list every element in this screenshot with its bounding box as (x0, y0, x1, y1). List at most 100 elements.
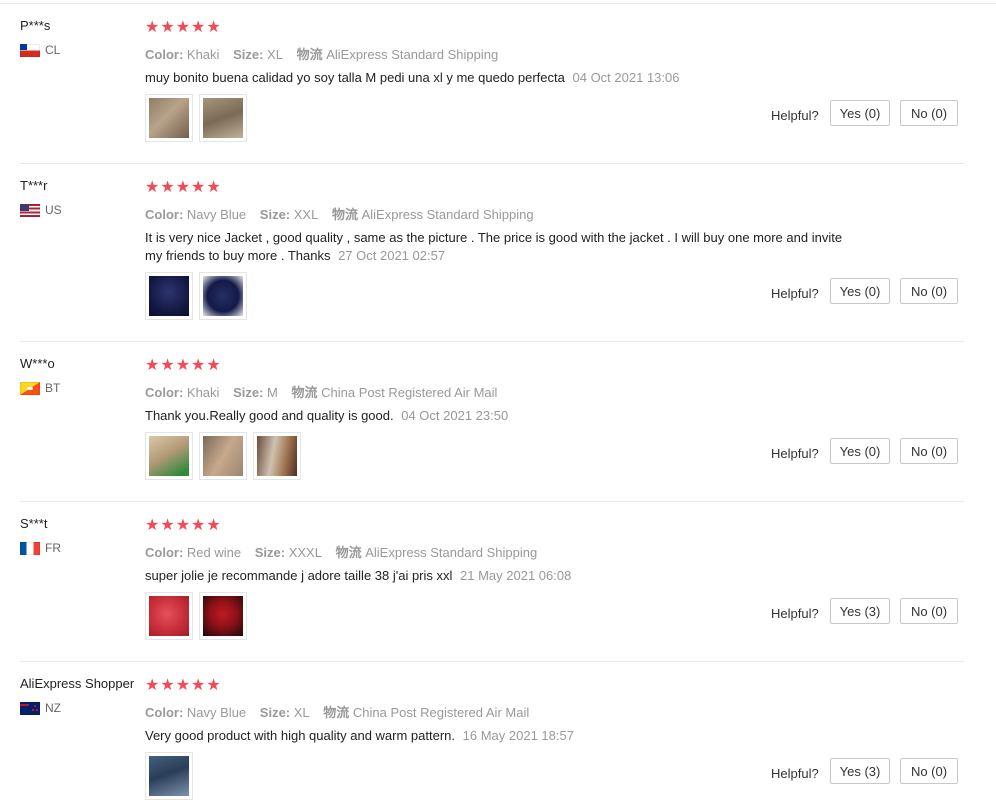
color-value: Khaki (186, 47, 220, 62)
khaki-jacket-photo (149, 98, 189, 138)
helpful-no-button[interactable]: No (0) (900, 100, 958, 126)
reviewer-country: FR (20, 541, 61, 555)
color-label: Color: (145, 207, 184, 222)
khaki-jacket-photo (257, 436, 297, 476)
helpful-yes-button[interactable]: Yes (3) (830, 598, 890, 624)
navy-jacket-photo (149, 756, 189, 796)
helpful-no-button[interactable]: No (0) (900, 758, 958, 784)
purchase-details: Color: Red wine Size: XXXL 物流 AliExpress… (145, 542, 537, 561)
purchase-details: Color: Khaki Size: M 物流 China Post Regis… (145, 382, 497, 401)
reviewer-country: US (20, 203, 62, 217)
shipping-value: AliExpress Standard Shipping (361, 207, 534, 222)
country-code: FR (45, 541, 61, 555)
size-value: XL (293, 705, 310, 720)
review-image-thumbnail[interactable] (253, 432, 301, 480)
review-images (145, 752, 193, 800)
star-rating: ★★★★★ (145, 179, 222, 196)
color-value: Navy Blue (186, 207, 247, 222)
country-code: CL (45, 43, 61, 57)
chile-flag-icon (20, 43, 40, 57)
review-images (145, 592, 247, 640)
review-image-thumbnail[interactable] (199, 94, 247, 142)
shipping-value: AliExpress Standard Shipping (365, 545, 538, 560)
review-body: Thank you.Really good and quality is goo… (145, 408, 394, 423)
review-date: 04 Oct 2021 13:06 (572, 70, 680, 85)
review-item: T***r US ★★★★★ Color: Navy Blue Size: XX… (0, 178, 996, 324)
review-item: S***t FR ★★★★★ Color: Red wine Size: XXX… (0, 516, 996, 642)
color-value: Navy Blue (186, 705, 247, 720)
review-images (145, 272, 247, 320)
helpful-label: Helpful? (771, 446, 819, 461)
review-image-thumbnail[interactable] (145, 752, 193, 800)
size-label: Size: (254, 545, 286, 560)
shipping-value: China Post Registered Air Mail (352, 705, 530, 720)
reviewer-country: CL (20, 43, 60, 57)
shipping-label: 物流 (291, 385, 318, 400)
review-image-thumbnail[interactable] (145, 592, 193, 640)
new-zealand-flag-icon (20, 701, 40, 715)
size-value: XL (267, 47, 283, 62)
size-value: XXXL (288, 545, 322, 560)
helpful-yes-button[interactable]: Yes (0) (830, 100, 890, 126)
purchase-details: Color: Khaki Size: XL 物流 AliExpress Stan… (145, 44, 498, 63)
review-item: P***s CL ★★★★★ Color: Khaki Size: XL 物流 … (0, 18, 996, 144)
color-label: Color: (145, 47, 184, 62)
navy-jacket-photo (203, 276, 243, 316)
helpful-yes-button[interactable]: Yes (3) (830, 758, 890, 784)
shipping-label: 物流 (296, 47, 323, 62)
size-label: Size: (259, 207, 291, 222)
review-image-thumbnail[interactable] (145, 272, 193, 320)
review-text: super jolie je recommande j adore taille… (145, 567, 845, 585)
helpful-label: Helpful? (771, 606, 819, 621)
review-text: It is very nice Jacket , good quality , … (145, 229, 845, 265)
review-item: AliExpress Shopper NZ ★★★★★ Color: Navy … (0, 676, 996, 803)
review-date: 16 May 2021 18:57 (462, 728, 574, 743)
star-rating: ★★★★★ (145, 19, 222, 36)
top-divider (0, 3, 996, 4)
review-text: Very good product with high quality and … (145, 727, 845, 745)
color-label: Color: (145, 385, 184, 400)
review-image-thumbnail[interactable] (199, 432, 247, 480)
red-jacket-photo (203, 596, 243, 636)
khaki-jacket-photo (149, 436, 189, 476)
purchase-details: Color: Navy Blue Size: XXL 物流 AliExpress… (145, 204, 534, 223)
helpful-no-button[interactable]: No (0) (900, 598, 958, 624)
size-label: Size: (259, 705, 291, 720)
star-rating: ★★★★★ (145, 517, 222, 534)
country-code: US (45, 203, 62, 217)
review-image-thumbnail[interactable] (145, 432, 193, 480)
reviewer-name: P***s (20, 18, 51, 33)
reviewer-name: S***t (20, 516, 48, 531)
reviewer-country: NZ (20, 701, 61, 715)
review-image-thumbnail[interactable] (145, 94, 193, 142)
helpful-yes-button[interactable]: Yes (0) (830, 438, 890, 464)
country-code: NZ (45, 701, 61, 715)
khaki-jacket-photo (203, 436, 243, 476)
country-code: BT (45, 381, 61, 395)
helpful-no-button[interactable]: No (0) (900, 278, 958, 304)
helpful-label: Helpful? (771, 766, 819, 781)
review-text: muy bonito buena calidad yo soy talla M … (145, 69, 845, 87)
red-jacket-photo (149, 596, 189, 636)
helpful-no-button[interactable]: No (0) (900, 438, 958, 464)
reviewer-name: AliExpress Shopper (20, 676, 135, 691)
reviewer-name: W***o (20, 356, 55, 371)
review-text: Thank you.Really good and quality is goo… (145, 407, 845, 425)
review-image-thumbnail[interactable] (199, 592, 247, 640)
review-date: 04 Oct 2021 23:50 (401, 408, 509, 423)
star-rating: ★★★★★ (145, 357, 222, 374)
shipping-label: 物流 (323, 705, 350, 720)
review-divider (20, 501, 964, 502)
shipping-label: 物流 (331, 207, 358, 222)
review-image-thumbnail[interactable] (199, 272, 247, 320)
review-divider (20, 661, 964, 662)
size-label: Size: (233, 47, 264, 62)
review-body: It is very nice Jacket , good quality , … (145, 230, 843, 263)
review-body: Very good product with high quality and … (145, 728, 456, 743)
helpful-yes-button[interactable]: Yes (0) (830, 278, 890, 304)
navy-jacket-photo (149, 276, 189, 316)
size-value: M (267, 385, 278, 400)
helpful-label: Helpful? (771, 108, 819, 123)
size-label: Size: (233, 385, 264, 400)
france-flag-icon (20, 541, 40, 555)
